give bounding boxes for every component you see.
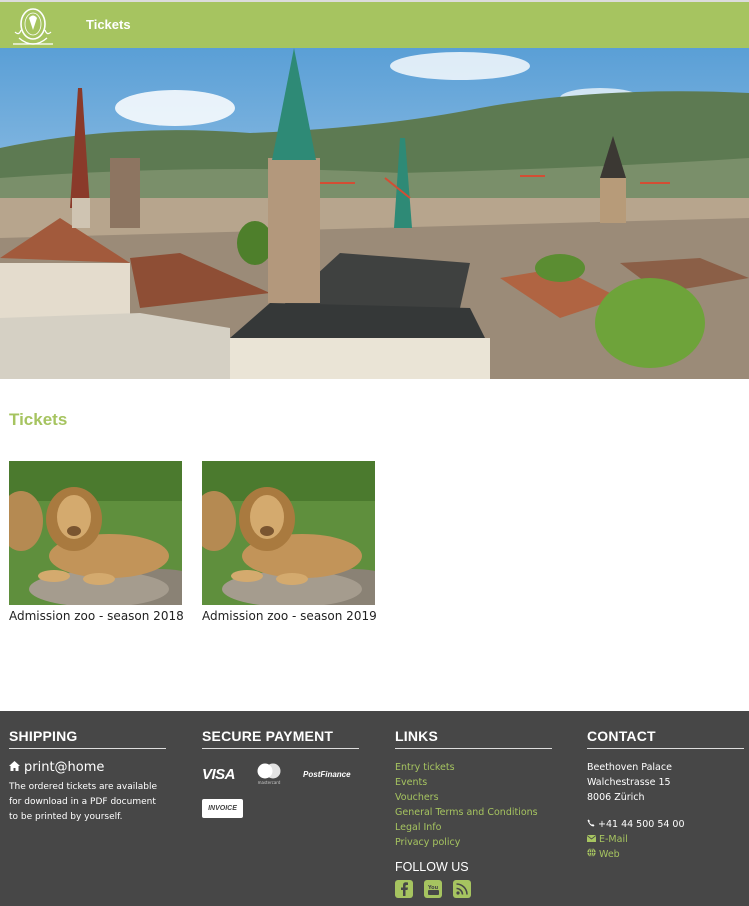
product-title[interactable]: Admission zoo - season 2018 — [9, 609, 184, 623]
youtube-icon[interactable]: You — [424, 880, 442, 898]
footer-link-legal-info[interactable]: Legal Info — [395, 820, 552, 835]
site-logo[interactable] — [9, 2, 57, 48]
page-title: Tickets — [9, 410, 68, 429]
footer-link-privacy-policy[interactable]: Privacy policy — [395, 835, 552, 850]
social-links: You — [395, 880, 552, 898]
globe-icon — [587, 847, 596, 862]
shipping-method: print@home — [9, 760, 166, 775]
footer-link-terms[interactable]: General Terms and Conditions — [395, 805, 552, 820]
nav-tickets-link[interactable]: Tickets — [86, 17, 131, 32]
contact-web-row[interactable]: Web — [587, 847, 744, 862]
contact-address: Beethoven Palace Walchestrasse 15 8006 Z… — [587, 760, 744, 805]
shipping-method-label: print@home — [24, 760, 105, 775]
product-card[interactable]: Admission zoo - season 2018 — [9, 461, 184, 623]
footer-link-events[interactable]: Events — [395, 775, 552, 790]
product-title[interactable]: Admission zoo - season 2019 — [202, 609, 377, 623]
mastercard-label: mastercard — [257, 780, 281, 785]
invoice-logo: INVOICE — [202, 799, 243, 818]
shipping-description: The ordered tickets are available for do… — [9, 782, 158, 822]
contact-heading: CONTACT — [587, 728, 744, 749]
follow-us-heading: FOLLOW US — [395, 860, 469, 874]
contact-email-row[interactable]: E-Mail — [586, 832, 744, 847]
contact-phone-row[interactable]: +41 44 500 54 00 — [587, 817, 744, 832]
payment-heading: SECURE PAYMENT — [202, 728, 359, 749]
mastercard-logo: mastercard — [255, 763, 283, 785]
phone-icon — [587, 817, 595, 832]
rss-icon[interactable] — [453, 880, 471, 898]
lion-product-image[interactable] — [202, 461, 375, 605]
footer-links-section: LINKS Entry tickets Events Vouchers Gene… — [395, 728, 552, 898]
hero-city-image — [0, 48, 749, 379]
contact-details: +41 44 500 54 00 E-Mail Web — [586, 817, 744, 862]
contact-email-link[interactable]: E-Mail — [599, 832, 628, 847]
payment-logos: VISA mastercard PostFinance — [202, 763, 359, 785]
envelope-icon — [586, 832, 597, 847]
invoice-label: INVOICE — [208, 805, 237, 812]
product-card[interactable]: Admission zoo - season 2019 — [202, 461, 377, 623]
lion-product-image[interactable] — [9, 461, 182, 605]
home-icon — [9, 760, 20, 775]
footer-links-list: Entry tickets Events Vouchers General Te… — [395, 760, 552, 850]
links-heading: LINKS — [395, 728, 552, 749]
footer-contact-section: CONTACT Beethoven Palace Walchestrasse 1… — [586, 728, 744, 862]
contact-name: Beethoven Palace — [587, 762, 672, 773]
footer-payment-section: SECURE PAYMENT VISA mastercard PostFinan… — [202, 728, 359, 818]
contact-phone[interactable]: +41 44 500 54 00 — [598, 817, 685, 832]
contact-web-link[interactable]: Web — [599, 847, 620, 862]
postfinance-logo: PostFinance — [303, 769, 351, 779]
footer-link-entry-tickets[interactable]: Entry tickets — [395, 760, 552, 775]
visa-logo: VISA — [202, 765, 236, 783]
shipping-heading: SHIPPING — [9, 728, 166, 749]
facebook-icon[interactable] — [395, 880, 413, 898]
top-nav-bar: Tickets — [0, 0, 749, 48]
site-footer: SHIPPING print@home The ordered tickets … — [0, 711, 749, 906]
contact-city: 8006 Zürich — [587, 792, 645, 803]
footer-shipping-section: SHIPPING print@home The ordered tickets … — [9, 728, 166, 825]
contact-street: Walchestrasse 15 — [587, 777, 671, 788]
footer-link-vouchers[interactable]: Vouchers — [395, 790, 552, 805]
